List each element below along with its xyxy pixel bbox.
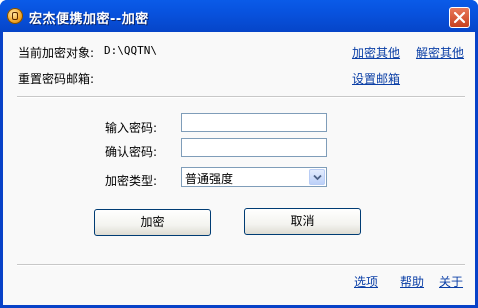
window-title: 宏杰便携加密--加密 (29, 12, 149, 27)
help-link[interactable]: 帮助 (400, 273, 424, 290)
top-divider (17, 96, 465, 98)
lock-app-icon (7, 8, 23, 24)
title-bar[interactable]: 宏杰便携加密--加密 (0, 0, 478, 32)
close-icon (453, 11, 466, 24)
password-input[interactable] (181, 113, 327, 132)
chevron-down-icon (313, 174, 322, 181)
encrypt-type-value: 普通强度 (185, 172, 234, 186)
app-window: 宏杰便携加密--加密 当前加密对象: D:\QQTN\ 加密其他 解密其他 重置… (0, 0, 478, 308)
about-link[interactable]: 关于 (439, 273, 463, 290)
dropdown-arrow-button[interactable] (309, 169, 325, 185)
target-label: 当前加密对象: (18, 46, 95, 60)
password-label: 输入密码: (104, 121, 157, 135)
encrypt-button[interactable]: 加密 (94, 209, 211, 236)
decrypt-other-link[interactable]: 解密其他 (416, 44, 464, 61)
reset-email-label: 重置密码邮箱: (18, 72, 95, 86)
set-email-link[interactable]: 设置邮箱 (352, 70, 400, 87)
encrypt-other-link[interactable]: 加密其他 (352, 44, 400, 61)
target-path: D:\QQTN\ (104, 44, 157, 57)
encrypt-type-select[interactable]: 普通强度 (181, 167, 327, 187)
bottom-divider (17, 264, 465, 266)
confirm-password-input[interactable] (181, 138, 327, 157)
cancel-button[interactable]: 取消 (244, 208, 361, 235)
options-link[interactable]: 选项 (354, 273, 378, 290)
encrypt-type-label: 加密类型: (104, 174, 157, 188)
confirm-password-label: 确认密码: (104, 145, 157, 159)
dialog-body: 当前加密对象: D:\QQTN\ 加密其他 解密其他 重置密码邮箱: 设置邮箱 … (3, 32, 475, 305)
close-button[interactable] (449, 7, 470, 28)
